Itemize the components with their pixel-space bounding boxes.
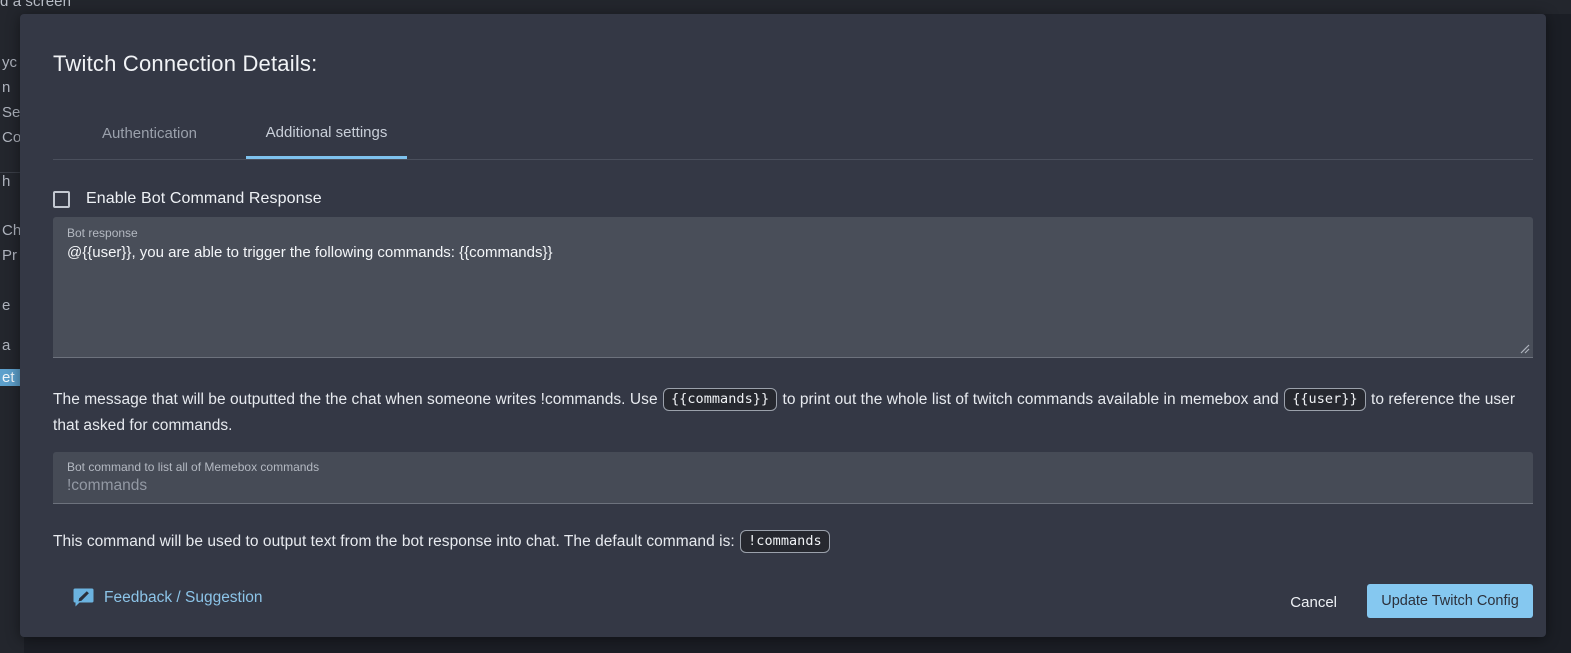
modal-tabs: Authentication Additional settings <box>53 108 1533 160</box>
helper-1-part-2: to print out the whole list of twitch co… <box>782 391 1279 408</box>
update-twitch-config-button[interactable]: Update Twitch Config <box>1367 584 1533 618</box>
app-topbar: d a screen <box>0 0 1571 14</box>
feedback-suggestion-link[interactable]: Feedback / Suggestion <box>73 587 263 608</box>
enable-bot-command-response-checkbox[interactable] <box>53 190 70 208</box>
feedback-suggestion-label: Feedback / Suggestion <box>104 588 263 606</box>
bot-response-helper-text: The message that will be outputted the t… <box>53 387 1535 439</box>
bot-command-field[interactable]: Bot command to list all of Memebox comma… <box>53 452 1533 504</box>
bot-command-helper-text: This command will be used to output text… <box>53 529 1535 555</box>
bot-response-label: Bot response <box>67 226 138 240</box>
user-placeholder-chip: {{user}} <box>1284 388 1366 412</box>
twitch-connection-modal: Twitch Connection Details: Authenticatio… <box>20 14 1546 637</box>
modal-footer: Feedback / Suggestion Cancel Update Twit… <box>53 584 1533 619</box>
bot-command-input[interactable]: !commands <box>67 477 1519 495</box>
bot-command-label: Bot command to list all of Memebox comma… <box>67 460 320 474</box>
default-command-chip: !commands <box>740 530 830 554</box>
textarea-resize-handle[interactable] <box>1517 341 1530 354</box>
feedback-bubble-icon <box>73 588 94 607</box>
helper-2-part-1: This command will be used to output text… <box>53 533 735 550</box>
modal-title: Twitch Connection Details: <box>53 51 318 76</box>
app-topbar-text: d a screen <box>0 0 72 10</box>
commands-placeholder-chip: {{commands}} <box>662 388 778 412</box>
cancel-button[interactable]: Cancel <box>1280 588 1347 617</box>
tab-authentication[interactable]: Authentication <box>86 108 213 159</box>
enable-bot-command-response-row[interactable]: Enable Bot Command Response <box>53 190 322 208</box>
enable-bot-command-response-label: Enable Bot Command Response <box>86 190 322 207</box>
helper-1-part-1: The message that will be outputted the t… <box>53 391 658 408</box>
tab-additional-settings[interactable]: Additional settings <box>246 108 407 159</box>
bot-response-field[interactable]: Bot response @{{user}}, you are able to … <box>53 217 1533 358</box>
bot-response-textarea[interactable]: @{{user}}, you are able to trigger the f… <box>67 243 1519 263</box>
